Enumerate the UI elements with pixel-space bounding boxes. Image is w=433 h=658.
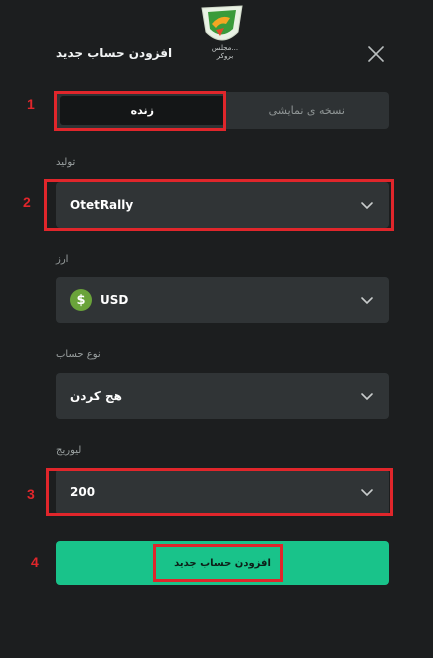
close-icon[interactable]	[366, 44, 386, 64]
tab-live[interactable]: زنده	[60, 96, 225, 125]
add-account-button[interactable]: افزودن حساب جدید	[56, 541, 389, 585]
chevron-down-icon	[361, 297, 373, 305]
dollar-icon: $	[70, 289, 92, 311]
annotation-number: 1	[27, 96, 35, 112]
account-type-select[interactable]: هج کردن	[56, 373, 389, 419]
platform-value: OtetRally	[70, 198, 134, 212]
chevron-down-icon	[361, 489, 373, 497]
annotation-number: 3	[27, 486, 35, 502]
leverage-label: لیوریج	[56, 445, 82, 456]
currency-label: ارز	[56, 254, 69, 265]
annotation-number: 2	[23, 194, 31, 210]
chevron-down-icon	[361, 393, 373, 401]
leverage-value: 200	[70, 485, 96, 499]
account-mode-tabs: زنده نسخه ی نمایشی	[56, 92, 389, 129]
currency-value: USD	[100, 293, 129, 307]
page-title: افزودن حساب جدید	[56, 46, 173, 60]
annotation-number: 4	[31, 554, 39, 570]
platform-select[interactable]: OtetRally	[56, 182, 389, 228]
tab-demo[interactable]: نسخه ی نمایشی	[225, 92, 390, 129]
chevron-down-icon	[361, 202, 373, 210]
account-type-value: هج کردن	[70, 389, 122, 403]
currency-select[interactable]: $ USD	[56, 277, 389, 323]
account-type-label: نوع حساب	[56, 349, 101, 360]
platform-label: تولید	[56, 157, 76, 168]
logo-caption: ...مجلس بروکر	[211, 44, 239, 60]
leverage-select[interactable]: 200	[56, 469, 389, 515]
